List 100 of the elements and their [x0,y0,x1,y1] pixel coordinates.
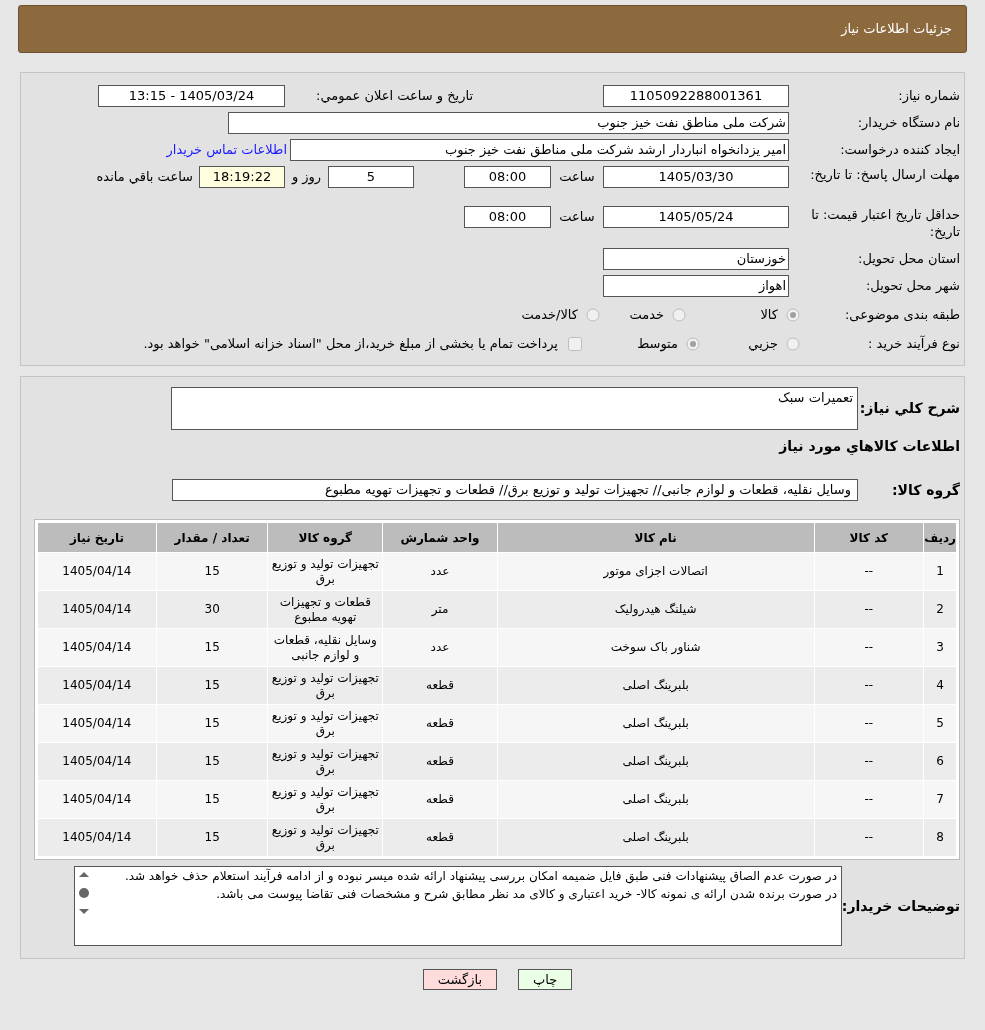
field-label: نام دستگاه خریدار: [856,113,960,132]
table-cell: -- [814,780,924,819]
goods-group-field: وسایل نقلیه، قطعات و لوازم جانبی// تجهیزات تولید و توزیع برق// قطعات و تجهیزات تهویه مطبوع [172,479,858,501]
date-field: 1405/05/24 [603,206,789,228]
table-cell: -- [814,666,924,705]
field-label: ساعت [558,208,596,227]
checkbox[interactable] [568,337,582,351]
table-cell: 15 [156,742,268,781]
table-cell: شناور باک سوخت [497,628,815,667]
table-cell: بلبرینگ اصلی [497,704,815,743]
radio-label: کالا [760,305,778,324]
field-label: حداقل تاریخ اعتبار قیمت: تا تاریخ: [810,206,960,240]
radio-button[interactable] [686,337,700,351]
table-cell: تجهیزات تولید و توزیع برق [267,742,383,781]
contact-link[interactable]: اطلاعات تماس خریدار [166,139,287,160]
radio-label: خدمت [629,305,664,324]
table-cell: تجهیزات تولید و توزیع برق [267,704,383,743]
field-label: ساعت [558,168,596,187]
radio-label: متوسط [637,335,678,354]
table-cell: بلبرینگ اصلی [497,780,815,819]
table-cell: -- [814,552,924,591]
city-field: اهواز [603,274,789,297]
time-field: 08:00 [464,166,551,188]
table-cell: 1405/04/14 [37,666,157,705]
page-title: جزئیات اطلاعات نیاز [841,20,952,39]
table-cell: 5 [923,704,957,743]
table-cell: متر [382,590,498,629]
field-label: شماره نیاز: [897,86,960,106]
radio-button[interactable] [672,307,686,322]
requester-field: امیر یزدانخواه انباردار ارشد شرکت ملی مناطق نفت خیز جنوب [290,138,789,161]
back-button[interactable]: بازگشت [422,969,498,990]
table-cell: 8 [923,818,957,857]
buyer-org-field: شرکت ملی مناطق نفت خیز جنوب [228,111,789,134]
column-header: تاریخ نیاز [37,522,157,553]
table-cell: -- [814,742,924,781]
table-cell: 6 [923,742,957,781]
province-field: خوزستان [603,247,789,270]
remaining-time-field: 18:19:22 [199,166,285,188]
column-header: تعداد / مقدار [156,522,268,553]
radio-label: جزيي [748,335,778,354]
table-cell: 2 [923,590,957,629]
table-cell: -- [814,590,924,629]
table-cell: تجهیزات تولید و توزیع برق [267,552,383,591]
field-label: مهلت ارسال پاسخ: تا تاریخ: [809,166,960,183]
date-field: 1405/03/30 [603,166,789,188]
table-cell: قطعه [382,742,498,781]
table-cell: عدد [382,628,498,667]
table-cell: 15 [156,818,268,857]
table-cell: تجهیزات تولید و توزیع برق [267,666,383,705]
column-header: گروه کالا [267,522,383,553]
table-cell: تجهیزات تولید و توزیع برق [267,818,383,857]
field-label: گروه کالا: [890,480,960,501]
radio-button[interactable] [786,307,800,322]
announce-date-field: 1405/03/24 - 13:15 [98,84,285,107]
table-cell: قطعه [382,818,498,857]
scrollbar-icon[interactable] [77,870,91,916]
column-header: واحد شمارش [382,522,498,553]
table-cell: 1 [923,552,957,591]
need-number-field: 1105092288001361 [603,84,789,107]
radio-button[interactable] [586,307,600,322]
table-cell: بلبرینگ اصلی [497,742,815,781]
table-cell: -- [814,628,924,667]
column-header: نام کالا [497,522,815,553]
table-cell: شیلنگ هیدرولیک [497,590,815,629]
table-cell: -- [814,704,924,743]
table-cell: 1405/04/14 [37,552,157,591]
radio-button[interactable] [786,337,800,351]
days-field: 5 [328,166,414,188]
field-label: روز و [290,168,323,187]
column-header: کد کالا [814,522,924,553]
description-field[interactable]: تعميرات سبک [171,387,858,430]
print-button[interactable]: چاپ [518,969,573,990]
table-cell: 15 [156,552,268,591]
field-label: استان محل تحویل: [857,249,960,269]
table-cell: 15 [156,704,268,743]
table-cell: عدد [382,552,498,591]
table-cell: 15 [156,780,268,819]
radio-label: کالا/خدمت [521,305,578,324]
field-label: طبقه بندی موضوعی: [843,305,960,325]
table-cell: 4 [923,666,957,705]
table-cell: 3 [923,628,957,667]
table-cell: قطعه [382,704,498,743]
buyer-notes-field[interactable]: در صورت عدم الصاق پیشنهادات فنی طبق فایل ضمیمه امکان بررسی پیشنهاد ارائه شده میسر نبوده و از ادامه فرآیند استعلام حذف خواهد شد. در صورت برنده شدن ارائه ی نمونه کالا- خرید اعتباری و کالای مد نظر مطابق شرح و مشخصات فنی تقاضا پیوست می باشد. [74,866,842,946]
table-cell: قطعه [382,666,498,705]
field-label: ایجاد کننده درخواست: [839,140,960,160]
section-heading: اطلاعات كالاهاي مورد نياز [777,437,960,457]
table-cell: 1405/04/14 [37,742,157,781]
field-label: توضیحات خریدار: [842,896,960,917]
table-cell: 1405/04/14 [37,704,157,743]
table-cell: 30 [156,590,268,629]
field-label: شهر محل تحویل: [864,276,960,296]
table-cell: 1405/04/14 [37,818,157,857]
field-label: نوع فرآیند خرید : [867,334,960,354]
table-cell: 1405/04/14 [37,780,157,819]
table-cell: قطعات و تجهیزات تهویه مطبوع [267,590,383,629]
table-cell: اتصالات اجزای موتور [497,552,815,591]
table-cell: تجهیزات تولید و توزیع برق [267,780,383,819]
column-header: ردیف [923,522,957,553]
table-cell: 15 [156,666,268,705]
table-cell: 15 [156,628,268,667]
